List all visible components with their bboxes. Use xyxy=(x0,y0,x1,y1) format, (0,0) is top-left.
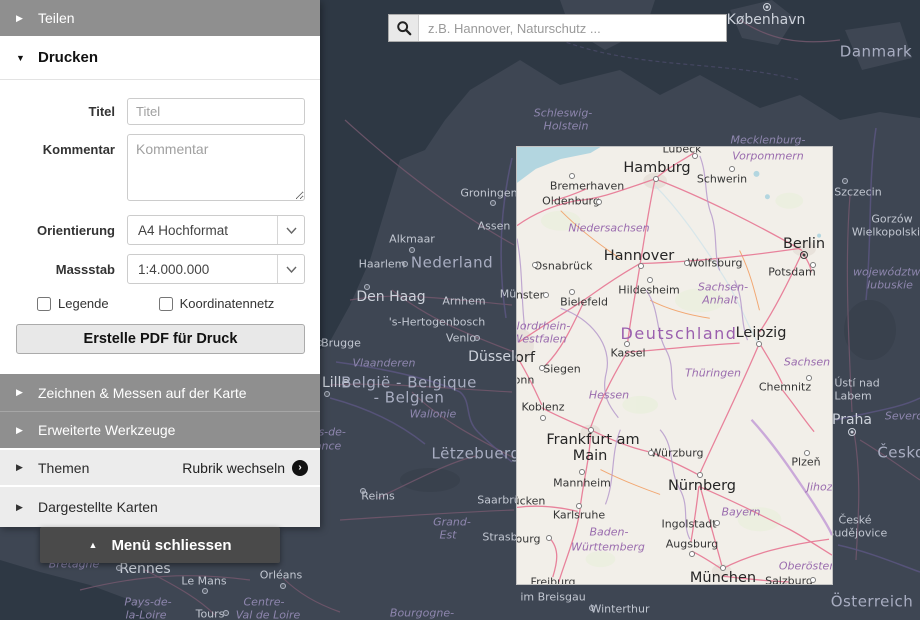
app-window: KøbenhavnDanmarkSchleswig-HolsteinMeckle… xyxy=(0,0,920,620)
create-pdf-button[interactable]: Erstelle PDF für Druck xyxy=(16,324,305,354)
chevron-down-icon xyxy=(277,255,304,283)
section-drucken[interactable]: ▼ Drucken xyxy=(0,36,320,80)
section-themen-label: Themen xyxy=(38,460,89,476)
section-teilen[interactable]: ▶ Teilen xyxy=(0,0,320,36)
koordinatennetz-checkbox-row: Koordinatennetz xyxy=(159,296,275,311)
legende-label: Legende xyxy=(58,296,109,311)
chevron-right-icon: ▶ xyxy=(16,13,28,24)
section-drucken-label: Drucken xyxy=(38,49,98,66)
section-dargestellte-karten[interactable]: ▶ Dargestellte Karten xyxy=(0,485,320,527)
print-form: Titel Kommentar Orientierung A4 Hochform… xyxy=(0,80,320,374)
section-teilen-label: Teilen xyxy=(38,10,75,26)
chevron-down-icon: ▼ xyxy=(16,53,28,63)
titel-label: Titel xyxy=(16,104,121,119)
massstab-value: 1:4.000.000 xyxy=(128,262,277,277)
search-input[interactable] xyxy=(419,15,726,41)
orientierung-value: A4 Hochformat xyxy=(128,223,277,238)
kommentar-textarea[interactable] xyxy=(127,134,305,201)
orientierung-label: Orientierung xyxy=(16,223,121,238)
titel-input[interactable] xyxy=(127,98,305,125)
chevron-right-icon: ▶ xyxy=(16,425,28,436)
menu-close-button[interactable]: ▲ Menü schliessen xyxy=(40,527,280,563)
search-bar xyxy=(388,14,727,42)
menu-close-label: Menü schliessen xyxy=(111,537,231,554)
rubrik-wechseln-link[interactable]: Rubrik wechseln › xyxy=(182,460,308,476)
section-drucken-panel: ▼ Drucken Titel Kommentar Orientierung A… xyxy=(0,36,320,374)
section-dargestellt-label: Dargestellte Karten xyxy=(38,499,158,515)
chevron-up-icon: ▲ xyxy=(89,540,98,550)
section-zeichnen-messen[interactable]: ▶ Zeichnen & Messen auf der Karte xyxy=(0,374,320,411)
sidebar: ▶ Teilen ▼ Drucken Titel Kommentar Orien… xyxy=(0,0,320,527)
section-erweiterte-werkzeuge[interactable]: ▶ Erweiterte Werkzeuge xyxy=(0,411,320,448)
legende-checkbox[interactable] xyxy=(37,297,51,311)
arrow-right-circle-icon: › xyxy=(292,460,308,476)
orientierung-select[interactable]: A4 Hochformat xyxy=(127,215,305,245)
koordinatennetz-checkbox[interactable] xyxy=(159,297,173,311)
print-preview-area: LübeckHamburgSchwerinVorpommernBremerhav… xyxy=(516,146,833,585)
section-erweitert-label: Erweiterte Werkzeuge xyxy=(38,422,175,438)
chevron-right-icon: ▶ xyxy=(16,462,28,473)
rubrik-wechseln-label: Rubrik wechseln xyxy=(182,460,285,476)
legende-checkbox-row: Legende xyxy=(37,296,109,311)
map-light-graphics xyxy=(517,147,832,584)
massstab-label: Massstab xyxy=(16,262,121,277)
chevron-right-icon: ▶ xyxy=(16,387,28,398)
section-themen[interactable]: ▶ Themen Rubrik wechseln › xyxy=(0,448,320,485)
section-zeichnen-label: Zeichnen & Messen auf der Karte xyxy=(38,385,247,401)
koordinatennetz-label: Koordinatennetz xyxy=(180,296,275,311)
chevron-down-icon xyxy=(277,216,304,244)
chevron-right-icon: ▶ xyxy=(16,502,28,513)
kommentar-label: Kommentar xyxy=(16,134,121,157)
massstab-select[interactable]: 1:4.000.000 xyxy=(127,254,305,284)
search-icon[interactable] xyxy=(389,15,419,41)
